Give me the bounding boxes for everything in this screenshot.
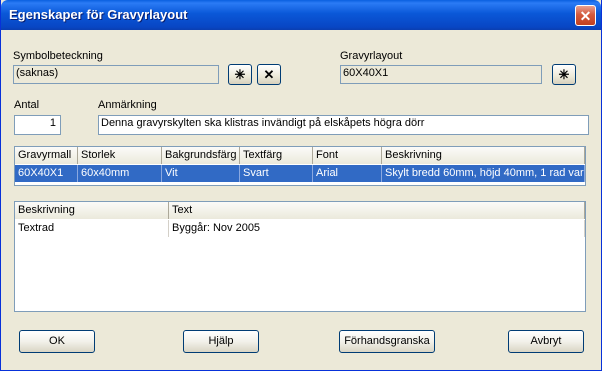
symbol-label: Symbolbeteckning (13, 50, 103, 62)
table-row[interactable]: 60X40X1 60x40mm Vit Svart Arial Skylt bredd 6… (15, 165, 585, 182)
table-cell: Skylt bredd 60mm, höjd 40mm, 1 rad varia (382, 165, 585, 182)
table-cell: 60X40X1 (15, 165, 78, 182)
remark-input[interactable]: Denna gravyrskylten ska klistras invändi… (98, 115, 589, 135)
table-row[interactable]: Textrad Byggår: Nov 2005 (15, 220, 585, 237)
layout-field: 60X40X1 (340, 65, 542, 84)
table-cell: Vit (162, 165, 240, 182)
layout-select-button[interactable]: ✳ (552, 64, 576, 85)
layout-label: Gravyrlayout (340, 50, 403, 62)
template-table-header: Gravyrmall Storlek Bakgrundsfärg Textfärg Fo… (15, 147, 585, 164)
text-table: Beskrivning Text Textrad Byggår: Nov 2005 (14, 201, 586, 312)
table-cell: Textrad (15, 220, 169, 237)
clear-icon: ✕ (263, 66, 275, 82)
table-cell: Arial (313, 165, 382, 182)
cancel-button[interactable]: Avbryt (508, 330, 584, 353)
count-label: Antal (14, 99, 40, 111)
column-header[interactable]: Font (313, 147, 382, 164)
help-button[interactable]: Hjälp (183, 330, 259, 353)
symbol-select-button[interactable]: ✳ (228, 64, 252, 85)
column-header[interactable]: Text (169, 202, 585, 219)
text-table-header: Beskrivning Text (15, 202, 585, 219)
table-cell: Svart (240, 165, 313, 182)
column-header[interactable]: Gravyrmall (15, 147, 78, 164)
remark-label: Anmärkning (98, 99, 157, 111)
column-header[interactable]: Beskrivning (15, 202, 169, 219)
asterisk-icon: ✳ (234, 66, 246, 82)
column-header[interactable]: Bakgrundsfärg (162, 147, 240, 164)
column-header[interactable]: Beskrivning (382, 147, 585, 164)
window-title: Egenskaper för Gravyrlayout (9, 7, 188, 22)
close-button[interactable]: ✕ (575, 5, 596, 26)
symbol-clear-button[interactable]: ✕ (257, 64, 281, 85)
preview-button[interactable]: Förhandsgranska (339, 330, 435, 353)
asterisk-icon: ✳ (558, 66, 570, 82)
close-icon: ✕ (579, 7, 592, 24)
template-table: Gravyrmall Storlek Bakgrundsfärg Textfärg Fo… (14, 146, 586, 186)
table-cell: Byggår: Nov 2005 (169, 220, 585, 237)
symbol-field: (saknas) (13, 65, 219, 84)
table-cell: 60x40mm (78, 165, 162, 182)
column-header[interactable]: Textfärg (240, 147, 313, 164)
count-input[interactable]: 1 (14, 115, 61, 135)
title-bar[interactable]: Egenskaper för Gravyrlayout ✕ (1, 0, 601, 30)
column-header[interactable]: Storlek (78, 147, 162, 164)
ok-button[interactable]: OK (19, 330, 95, 353)
dialog-window: Egenskaper för Gravyrlayout ✕ Symbolbete… (0, 0, 602, 371)
